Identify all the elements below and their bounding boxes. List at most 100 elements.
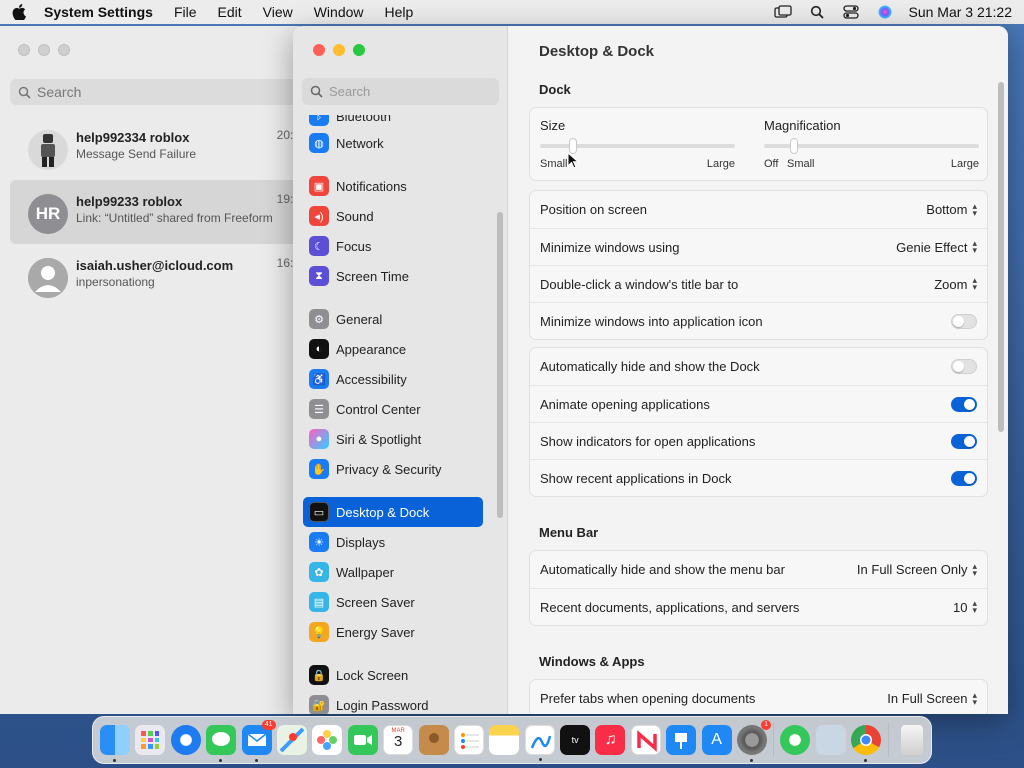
freeform-icon[interactable] [524,725,555,761]
sidebar-item-screen-time[interactable]: ⧗ Screen Time [303,261,483,291]
app-name-menu[interactable]: System Settings [44,4,153,20]
indicators-toggle[interactable] [951,433,977,449]
minimize-icon-row: Minimize windows into application icon [530,302,987,339]
mail-badge: 41 [261,720,276,730]
mail-icon[interactable]: 41 [241,720,276,762]
music-icon[interactable]: ♫ [595,725,626,755]
sidebar-item-login-password[interactable]: 🔐 Login Password [303,690,483,714]
sidebar-item-screen-saver[interactable]: ▤ Screen Saver [303,587,483,617]
conversation-item[interactable]: help992334 roblox Message Send Failure 2… [10,116,300,180]
zoom-button[interactable] [58,44,70,56]
sidebar-item-notifications[interactable]: ▣ Notifications [303,171,483,201]
zoom-button[interactable] [353,44,365,56]
chrome-icon[interactable] [851,725,882,762]
notes-icon[interactable] [489,725,520,755]
sidebar-item-privacy-security[interactable]: ✋ Privacy & Security [303,454,483,484]
apple-tv-icon[interactable]: tv [560,725,591,755]
minimize-button[interactable] [38,44,50,56]
apple-menu-icon[interactable] [12,4,26,21]
sidebar-item-accessibility[interactable]: ♿ Accessibility [303,364,483,394]
facetime-icon[interactable] [347,725,378,755]
calendar-icon[interactable]: MAR 3 [383,725,414,755]
conversation-name: isaiah.usher@icloud.com [76,258,234,273]
keynote-icon[interactable] [666,725,697,755]
minimize-row: Minimize windows using Genie Effect ▴ ▾ [530,228,987,265]
position-popup[interactable]: Bottom ▴ ▾ [926,201,977,217]
lock-icon: 🔒 [309,665,329,685]
doubleclick-row: Double-click a window's title bar to Zoo… [530,265,987,302]
magnification-slider[interactable]: Magnification Off Small Large [764,118,984,170]
preview-icon[interactable] [815,725,846,755]
prefer-tabs-popup[interactable]: In Full Screen ▴ ▾ [887,690,977,706]
help-menu[interactable]: Help [385,4,414,20]
conversation-name: help992334 roblox [76,130,190,145]
conversation-item[interactable]: isaiah.usher@icloud.com inpersonationg 1… [10,244,300,308]
sidebar-item-siri-spotlight[interactable]: ● Siri & Spotlight [303,424,483,454]
recent-docs-popup[interactable]: 10 ▴ ▾ [953,599,977,615]
doubleclick-popup[interactable]: Zoom ▴ ▾ [934,276,977,292]
size-slider-max-label: Large [706,158,735,170]
menubar-autohide-row: Automatically hide and show the menu bar… [530,551,987,588]
messages-search-input[interactable]: Search [10,79,300,105]
dock-separator [773,723,775,757]
content-scrollbar[interactable] [998,82,1004,432]
magnification-slider-knob[interactable] [790,138,798,154]
window-menu[interactable]: Window [314,4,364,20]
recent-docs-row: Recent documents, applications, and serv… [530,588,987,625]
maps-icon[interactable] [276,725,307,755]
close-button[interactable] [313,44,325,56]
sidebar-item-control-center[interactable]: ☰ Control Center [303,394,483,424]
messages-window: Search help992334 roblox Message Send Fa… [0,26,300,714]
sidebar-item-focus[interactable]: ☾ Focus [303,231,483,261]
autohide-toggle[interactable] [951,359,977,374]
reminders-icon[interactable] [453,725,484,755]
dock-icon: ▭ [309,502,329,522]
file-menu[interactable]: File [174,4,197,20]
sidebar-item-desktop-dock[interactable]: ▭ Desktop & Dock [303,497,483,527]
settings-search-input[interactable]: Search [302,78,499,105]
find-my-icon[interactable] [780,725,811,755]
settings-traffic-lights [313,44,365,56]
contacts-icon[interactable] [418,725,449,755]
sidebar-item-general[interactable]: ⚙ General [303,304,483,334]
sidebar-item-lock-screen[interactable]: 🔒 Lock Screen [303,660,483,690]
minimize-button[interactable] [333,44,345,56]
finder-icon[interactable] [100,725,130,762]
sidebar-item-label: Appearance [336,341,407,357]
sidebar-item-network[interactable]: ◍ Network [303,128,483,158]
prefer-tabs-row: Prefer tabs when opening documents In Fu… [530,680,987,714]
photos-icon[interactable] [312,725,343,755]
menubar-autohide-popup[interactable]: In Full Screen Only ▴ ▾ [857,560,977,578]
sidebar-item-appearance[interactable]: ◐ Appearance [303,334,483,364]
conversation-item-selected[interactable]: HR help99233 roblox Link: “Untitled” sha… [10,180,300,244]
screen-mirroring-icon[interactable] [774,5,793,19]
launchpad-icon[interactable] [135,725,166,755]
spotlight-search-icon[interactable] [808,5,826,19]
animate-toggle[interactable] [951,396,977,412]
minimize-icon-toggle[interactable] [951,313,977,329]
trash-icon[interactable] [900,725,923,755]
system-settings-icon[interactable]: 1 [737,720,772,762]
sidebar-item-energy-saver[interactable]: 💡 Energy Saver [303,617,483,647]
edit-menu[interactable]: Edit [218,4,242,20]
recent-apps-toggle[interactable] [951,470,977,486]
sidebar-item-sound[interactable]: ◂) Sound [303,201,483,231]
conversation-preview: Link: “Untitled” shared from Freeform [76,211,273,225]
view-menu[interactable]: View [263,4,293,20]
chevron-updown-icon: ▴ ▾ [972,560,977,578]
position-row: Position on screen Bottom ▴ ▾ [530,191,987,228]
menu-bar-clock[interactable]: Sun Mar 3 21:22 [908,4,1012,20]
minimize-popup[interactable]: Genie Effect ▴ ▾ [896,239,977,255]
news-icon[interactable] [630,725,661,755]
control-center-icon[interactable] [842,5,860,19]
sidebar-item-wallpaper[interactable]: ✿ Wallpaper [303,557,483,587]
app-store-icon[interactable]: A [701,725,732,755]
sidebar-item-displays[interactable]: ☀ Displays [303,527,483,557]
safari-icon[interactable] [170,725,201,755]
menubar-autohide-label: Automatically hide and show the menu bar [540,562,785,577]
messages-icon[interactable] [206,725,237,762]
siri-icon[interactable] [876,5,894,19]
close-button[interactable] [18,44,30,56]
sidebar-scrollbar[interactable] [497,212,503,518]
size-slider[interactable]: Size Small Large [540,118,740,170]
